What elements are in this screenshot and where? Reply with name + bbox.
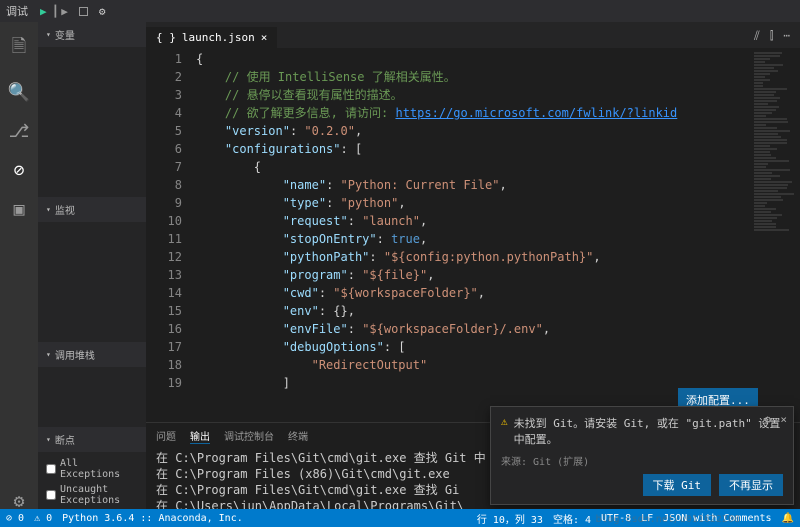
editor-area: { } launch.json × ⫽ ⫿ ⋯ 1234567891011121…	[146, 22, 800, 422]
gutter: 12345678910111213141516171819	[146, 48, 192, 422]
extensions-icon[interactable]: ▣	[14, 199, 25, 220]
notif-source: 来源: Git (扩展)	[501, 453, 783, 468]
warning-icon: ⚠	[501, 415, 508, 428]
bp-all[interactable]: All Exceptions	[44, 456, 140, 482]
debug-sidebar: 变量 监视 调用堆栈 断点 All Exceptions Uncaught Ex…	[38, 22, 146, 512]
step-icon[interactable]: ▎▶	[55, 5, 68, 18]
notif-close-icon[interactable]: ×	[780, 413, 787, 426]
minimap[interactable]	[752, 48, 800, 422]
activity-bar: 🗎 🔍 ⎇ ⊘ ▣ ⚙	[0, 22, 38, 512]
section-variables[interactable]: 变量	[38, 22, 146, 47]
status-python[interactable]: Python 3.6.4 :: Anaconda, Inc.	[62, 513, 243, 524]
git-notification: ⚙ × ⚠ 未找到 Git。请安装 Git, 或在 "git.path" 设置中…	[490, 406, 794, 505]
tab-terminal[interactable]: 终端	[288, 428, 308, 443]
tab-close-icon[interactable]: ×	[261, 31, 268, 44]
tab-filename: launch.json	[182, 31, 255, 44]
section-watch[interactable]: 监视	[38, 197, 146, 222]
action-icon[interactable]: ⫽	[754, 29, 760, 44]
watermark: blog.csdn.net/u011622208	[596, 514, 741, 525]
file-icon: { }	[156, 31, 176, 44]
debug-icon[interactable]: ⊘	[14, 160, 25, 181]
section-callstack[interactable]: 调用堆栈	[38, 342, 146, 367]
status-ln-col[interactable]: 行 10，列 33	[477, 511, 543, 526]
code-editor[interactable]: 12345678910111213141516171819 { // 使用 In…	[146, 48, 800, 422]
status-warnings[interactable]: ⚠ 0	[34, 513, 52, 524]
gear-icon[interactable]: ⚙	[99, 5, 106, 18]
notif-gear-icon[interactable]: ⚙	[764, 413, 771, 426]
tab-launch-json[interactable]: { } launch.json ×	[146, 27, 277, 48]
split-icon[interactable]: ⫿	[770, 29, 774, 44]
status-spaces[interactable]: 空格: 4	[553, 511, 591, 526]
tab-problems[interactable]: 问题	[156, 428, 176, 443]
dismiss-button[interactable]: 不再显示	[719, 474, 783, 496]
explorer-icon[interactable]: 🗎	[12, 34, 26, 64]
play-icon[interactable]: ▶	[40, 5, 47, 18]
scm-icon[interactable]: ⎇	[9, 121, 30, 142]
code-lines[interactable]: { // 使用 IntelliSense 了解相关属性。 // 悬停以查看现有属…	[192, 48, 752, 422]
tab-output[interactable]: 输出	[190, 428, 210, 444]
editor-tabs: { } launch.json × ⫽ ⫿ ⋯	[146, 22, 800, 48]
notif-text: 未找到 Git。请安装 Git, 或在 "git.path" 设置中配置。	[514, 415, 783, 447]
debug-label[interactable]: 调试	[6, 3, 28, 19]
tab-debug-console[interactable]: 调试控制台	[224, 428, 274, 443]
bp-uncaught[interactable]: Uncaught Exceptions	[44, 482, 140, 508]
status-errors[interactable]: ⊘ 0	[6, 513, 24, 524]
more-icon[interactable]: ⋯	[783, 29, 790, 44]
stop-icon[interactable]	[79, 7, 88, 16]
bell-icon[interactable]: 🔔	[782, 513, 794, 524]
search-icon[interactable]: 🔍	[8, 82, 30, 103]
titlebar: 调试 ▶ ▎▶ ⚙	[0, 0, 800, 22]
download-git-button[interactable]: 下载 Git	[643, 474, 712, 496]
section-breakpoints[interactable]: 断点	[38, 427, 146, 452]
